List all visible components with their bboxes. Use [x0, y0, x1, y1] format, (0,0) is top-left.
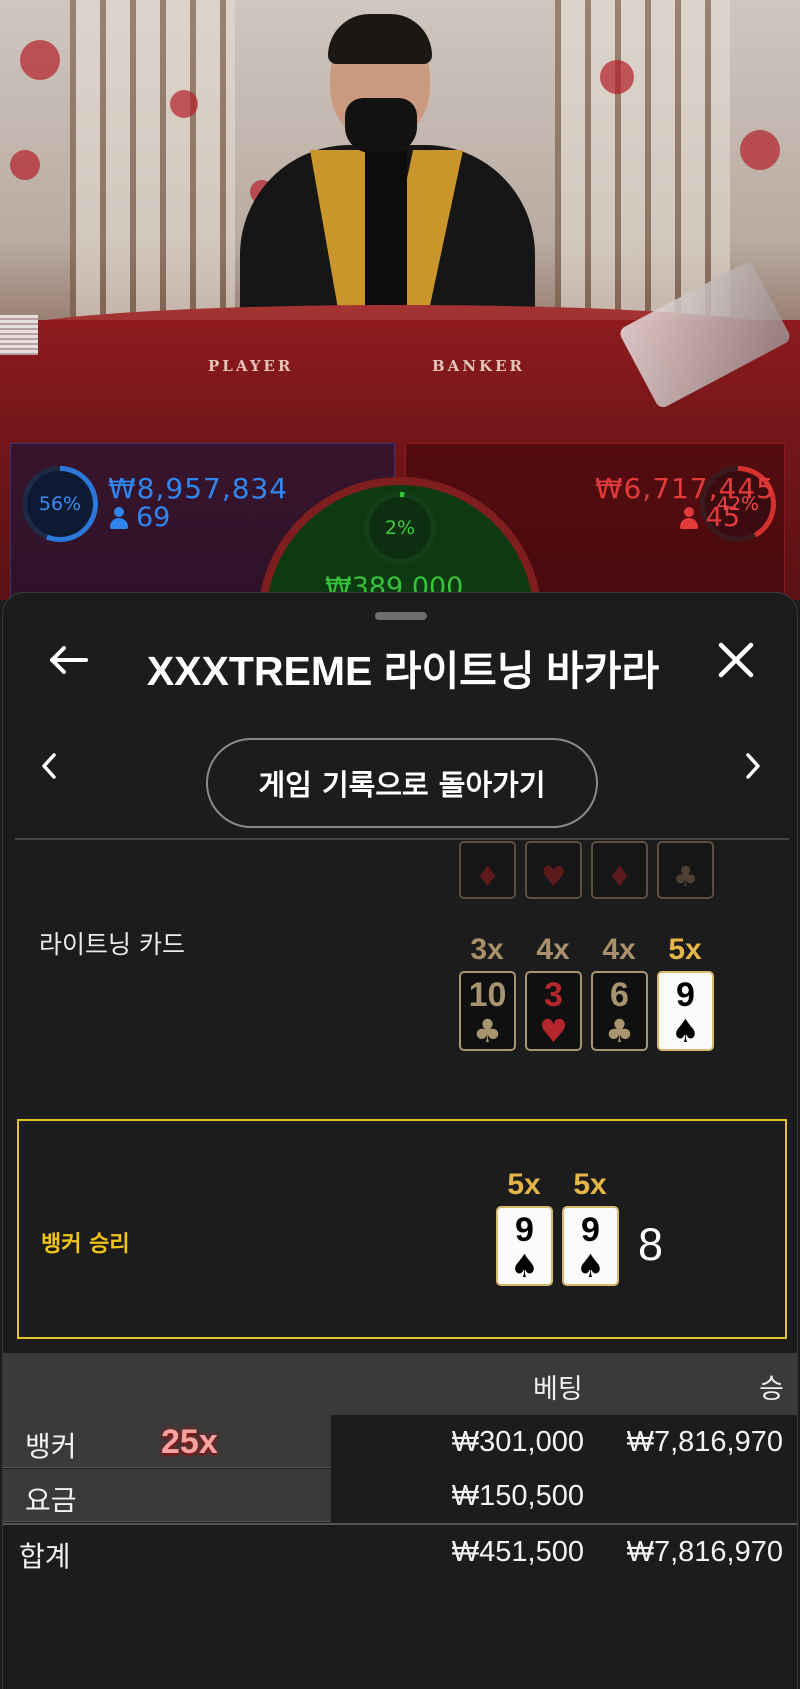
header-win: 승: [759, 1374, 784, 1405]
lightning-card: 3 ♥: [525, 971, 582, 1051]
game-history-sheet: XXXTREME 라이트닝 바카라 게임 기록으로 돌아가기 ♦ ♥ ♦ ♣ 라…: [2, 592, 798, 1689]
card-suit: ♠: [576, 1247, 605, 1285]
blossom-decoration: [20, 40, 60, 80]
card-rank: 9: [581, 1211, 600, 1249]
banker-count: 45: [679, 502, 740, 533]
table-label-player: PLAYER: [208, 357, 294, 375]
table-row: 요금 ₩150,500: [3, 1469, 797, 1522]
card-suit: ♦: [474, 860, 501, 893]
next-round-button[interactable]: [733, 741, 773, 791]
card-stack: [0, 315, 38, 355]
lightning-card: 9 ♠: [657, 971, 714, 1051]
card-suit: ♥: [539, 1012, 568, 1050]
partial-card: ♣: [657, 841, 714, 899]
card-suit: ♣: [672, 860, 699, 893]
total-label: 합계: [19, 1540, 71, 1573]
card-rank: 9: [676, 976, 695, 1014]
card-suit: ♣: [605, 1012, 634, 1050]
sheet-drag-handle[interactable]: [375, 612, 427, 620]
card-rank: 6: [610, 976, 629, 1014]
card-multiplier: 4x: [602, 933, 636, 966]
banker-card: 9 ♠: [562, 1206, 619, 1286]
close-button[interactable]: [711, 635, 761, 685]
blossom-decoration: [600, 60, 634, 94]
bet-multiplier: 25x: [161, 1423, 218, 1461]
lightning-card: 6 ♣: [591, 971, 648, 1051]
dealer-hair: [328, 14, 432, 64]
result-row: [17, 1119, 787, 1339]
card-suit: ♦: [606, 860, 633, 893]
bet-name: 뱅커: [25, 1430, 77, 1463]
result-score: 8: [638, 1219, 664, 1270]
close-icon: [718, 642, 754, 678]
partial-card: ♦: [591, 841, 648, 899]
person-icon: [679, 506, 698, 529]
card-rank: 3: [544, 976, 563, 1014]
card-suit: ♠: [510, 1247, 539, 1285]
previous-round-button[interactable]: [29, 741, 69, 791]
card-suit: ♣: [473, 1012, 502, 1050]
table-label-banker: BANKER: [432, 357, 525, 375]
banker-card: 9 ♠: [496, 1206, 553, 1286]
back-to-history-button[interactable]: 게임 기록으로 돌아가기: [206, 738, 598, 828]
partial-card: ♦: [459, 841, 516, 899]
header-bet: 베팅: [533, 1374, 583, 1405]
card-multiplier: 4x: [536, 933, 570, 966]
card-multiplier: 5x: [507, 1168, 541, 1201]
player-amount: ₩8,957,834: [108, 472, 289, 505]
sheet-title: XXXTREME 라이트닝 바카라: [146, 648, 660, 694]
folding-screen-left: [70, 0, 235, 320]
dealer-mask: [345, 98, 417, 153]
divider: [15, 838, 789, 840]
tie-percent-ring: 2%: [364, 492, 436, 564]
total-win: ₩7,816,970: [626, 1536, 783, 1568]
bet-amount: ₩150,500: [451, 1480, 584, 1512]
table-row: 뱅커 25x ₩301,000 ₩7,816,970: [3, 1415, 797, 1468]
card-multiplier: 5x: [668, 933, 702, 966]
blossom-decoration: [170, 90, 198, 118]
banker-count-value: 45: [705, 502, 740, 533]
arrow-left-icon: [50, 646, 88, 674]
dealer-shirt: [365, 150, 407, 310]
lightning-cards-label: 라이트닝 카드: [39, 930, 185, 959]
win-amount: ₩7,816,970: [626, 1426, 783, 1458]
chevron-left-icon: [42, 753, 56, 779]
blossom-decoration: [10, 150, 40, 180]
total-row: 합계 ₩451,500 ₩7,816,970: [3, 1523, 797, 1576]
card-suit: ♠: [671, 1012, 700, 1050]
bets-table-header: 베팅 승: [3, 1353, 797, 1415]
folding-screen-right: [555, 0, 730, 320]
card-rank: 9: [515, 1211, 534, 1249]
card-rank: 10: [468, 976, 507, 1014]
chevron-right-icon: [746, 753, 760, 779]
lightning-card: 10 ♣: [459, 971, 516, 1051]
player-percent-ring: 56%: [22, 466, 98, 542]
player-percent: 56%: [38, 493, 82, 515]
result-label: 뱅커 승리: [41, 1232, 130, 1257]
back-button[interactable]: [43, 635, 93, 685]
tie-percent: 2%: [384, 517, 416, 539]
partial-card: ♥: [525, 841, 582, 899]
card-multiplier: 5x: [573, 1168, 607, 1201]
card-multiplier: 3x: [470, 933, 504, 966]
banker-amount: ₩6,717,445: [594, 472, 775, 505]
total-bet: ₩451,500: [451, 1536, 584, 1568]
blossom-decoration: [740, 130, 780, 170]
card-suit: ♥: [540, 860, 567, 893]
player-count-value: 69: [136, 502, 171, 533]
bet-amount: ₩301,000: [451, 1426, 584, 1458]
person-icon: [110, 506, 128, 529]
bet-name: 요금: [25, 1484, 77, 1517]
player-count: 69: [110, 502, 170, 533]
